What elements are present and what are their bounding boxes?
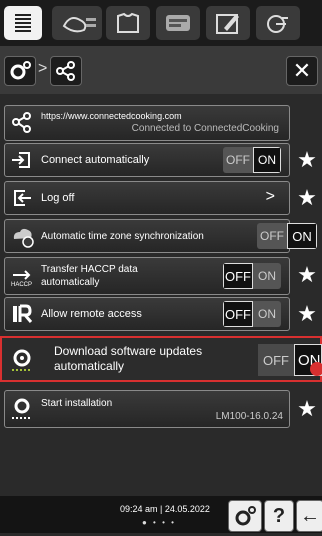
tab-gauge[interactable] bbox=[156, 6, 200, 40]
edit-icon bbox=[216, 14, 239, 34]
tab-meat[interactable] bbox=[52, 6, 102, 40]
transfer-haccp-toggle[interactable]: OFF ON bbox=[223, 263, 281, 289]
toggle-off-option[interactable]: OFF bbox=[257, 223, 287, 249]
date-time: 09:24 am | 24.05.2022 bbox=[120, 504, 210, 514]
software-update-icon bbox=[12, 398, 32, 419]
log-off-row[interactable]: Log off > bbox=[4, 181, 290, 215]
download-updates-label: Download software updates automatically bbox=[54, 344, 203, 373]
toggle-off-option[interactable]: OFF bbox=[258, 344, 294, 376]
tab-list[interactable] bbox=[4, 6, 42, 40]
connection-status: Connected to ConnectedCooking bbox=[131, 123, 279, 134]
start-installation-row[interactable]: Start installation LM100-16.0.24 bbox=[4, 390, 290, 428]
download-updates-row: Download software updates automatically … bbox=[0, 336, 322, 382]
tab-edit[interactable] bbox=[206, 6, 250, 40]
software-update-icon bbox=[12, 349, 32, 371]
power-icon bbox=[267, 15, 288, 33]
share-icon bbox=[12, 112, 31, 133]
chevron-right-icon: > bbox=[265, 188, 275, 205]
help-button[interactable]: ? bbox=[264, 500, 294, 532]
page-indicator: ● • • • bbox=[142, 518, 176, 527]
favorite-star-icon[interactable]: ★ bbox=[296, 303, 318, 325]
favorite-star-icon[interactable]: ★ bbox=[296, 398, 318, 420]
shirt-icon bbox=[117, 12, 139, 33]
connect-automatically-label: Connect automatically bbox=[41, 154, 150, 166]
list-icon bbox=[15, 14, 31, 32]
login-icon bbox=[12, 152, 30, 168]
favorite-star-icon[interactable]: ★ bbox=[296, 149, 318, 171]
toggle-on-option[interactable]: ON bbox=[253, 263, 281, 289]
connect-automatically-toggle[interactable]: OFF ON bbox=[223, 147, 281, 173]
remote-access-label: Allow remote access bbox=[41, 308, 142, 320]
settings-icon bbox=[235, 506, 256, 526]
transfer-haccp-label: Transfer HACCP data automatically bbox=[41, 264, 138, 288]
toggle-off-option[interactable]: OFF bbox=[223, 147, 253, 173]
settings-button[interactable] bbox=[4, 56, 36, 86]
gauge-icon bbox=[166, 15, 190, 31]
settings-button[interactable] bbox=[228, 500, 262, 532]
toggle-on-option[interactable]: ON bbox=[253, 147, 281, 173]
transfer-haccp-row: HACCP Transfer HACCP data automatically … bbox=[4, 257, 290, 295]
share-icon bbox=[56, 61, 75, 81]
settings-icon bbox=[10, 61, 31, 80]
remote-access-row: Allow remote access OFF ON bbox=[4, 297, 290, 331]
toggle-off-option[interactable]: OFF bbox=[223, 263, 253, 289]
haccp-transfer-icon: HACCP bbox=[11, 270, 32, 288]
favorite-star-icon[interactable]: ★ bbox=[296, 187, 318, 209]
timezone-sync-row: Automatic time zone synchronization OFF … bbox=[4, 219, 317, 253]
meat-icon bbox=[62, 17, 96, 33]
timezone-sync-label: Automatic time zone synchronization bbox=[41, 231, 204, 242]
toggle-on-option[interactable]: ON bbox=[253, 301, 281, 327]
breadcrumb-separator: > bbox=[38, 60, 48, 77]
svg-text:HACCP: HACCP bbox=[11, 282, 32, 288]
tab-power[interactable] bbox=[256, 6, 300, 40]
firmware-version: LM100-16.0.24 bbox=[215, 411, 283, 422]
share-button[interactable] bbox=[50, 56, 82, 86]
log-off-label: Log off bbox=[41, 192, 75, 204]
cloud-sync-icon bbox=[13, 228, 34, 248]
remote-access-toggle[interactable]: OFF ON bbox=[223, 301, 281, 327]
start-installation-label: Start installation bbox=[41, 398, 113, 409]
connectedcooking-row[interactable]: https://www.connectedcooking.com Connect… bbox=[4, 105, 290, 141]
touch-indicator bbox=[310, 362, 322, 376]
top-tab-bar bbox=[0, 0, 322, 46]
toggle-on-option[interactable]: ON bbox=[287, 223, 317, 249]
timezone-sync-toggle[interactable]: OFF ON bbox=[257, 223, 317, 249]
close-button[interactable]: ✕ bbox=[286, 56, 318, 86]
favorite-star-icon[interactable]: ★ bbox=[296, 264, 318, 286]
breadcrumb-bar: > ✕ bbox=[0, 46, 322, 94]
connect-automatically-row: Connect automatically OFF ON bbox=[4, 143, 290, 177]
logout-icon bbox=[14, 190, 31, 206]
tab-shirt[interactable] bbox=[106, 6, 150, 40]
remote-access-icon bbox=[13, 304, 33, 323]
bottom-bar: 09:24 am | 24.05.2022 ● • • • ? ← bbox=[0, 496, 322, 533]
toggle-off-option[interactable]: OFF bbox=[223, 301, 253, 327]
connectedcooking-url: https://www.connectedcooking.com bbox=[41, 111, 182, 121]
back-button[interactable]: ← bbox=[296, 500, 322, 532]
